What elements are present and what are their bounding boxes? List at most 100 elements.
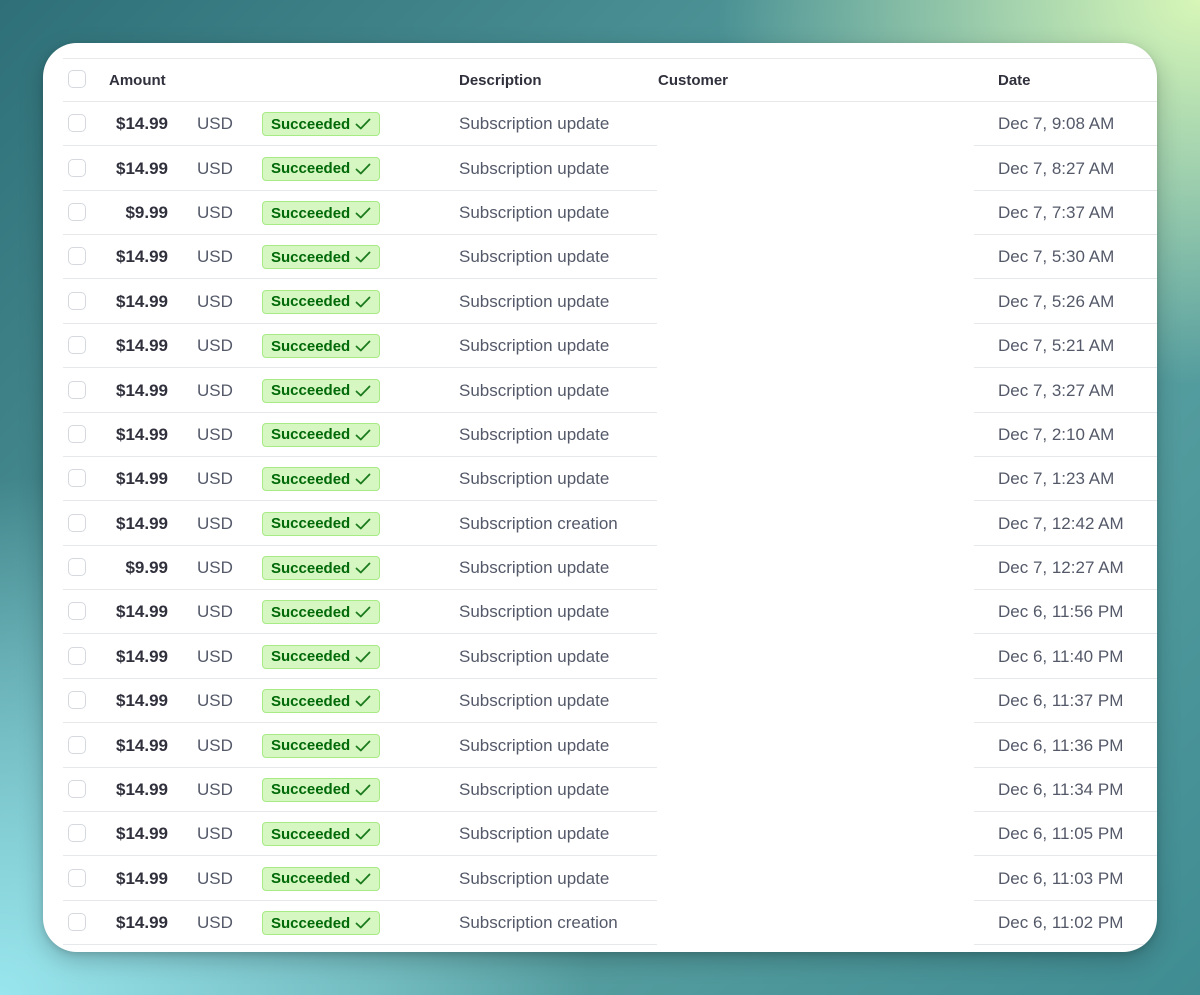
table-row[interactable]: $14.99 USD Succeeded Subscription creation D… [43,502,1157,546]
row-checkbox[interactable] [68,203,86,222]
currency-cell: USD [197,646,233,666]
amount-cell: $14.99 [116,424,168,444]
table-row[interactable]: $14.99 USD Succeeded Subscription update Dec… [43,369,1157,413]
checkmark-icon [355,296,371,308]
description-cell: Subscription update [459,558,610,578]
description-cell: Subscription update [459,469,610,489]
table-row[interactable]: $14.99 USD Succeeded Subscription update Dec… [43,457,1157,502]
amount-cell: $14.99 [116,247,168,267]
amount-cell: $14.99 [116,913,168,933]
status-label: Succeeded [271,914,351,932]
status-label: Succeeded [271,337,351,355]
table-row[interactable]: $9.99 USD Succeeded Subscription update Dec … [43,191,1157,236]
status-label: Succeeded [271,470,351,488]
description-cell: Subscription update [459,336,610,356]
description-cell: Subscription update [459,203,610,223]
amount-cell: $14.99 [116,469,168,489]
table-row[interactable]: $14.99 USD Succeeded Subscription update Dec… [43,147,1157,191]
description-cell: Subscription update [459,424,610,444]
row-checkbox[interactable] [68,779,86,798]
table-row[interactable]: $14.99 USD Succeeded Subscription update Dec… [43,679,1157,724]
row-checkbox[interactable] [68,469,86,488]
checkmark-icon [355,118,371,130]
checkmark-icon [355,828,371,840]
table-row[interactable]: $14.99 USD Succeeded Subscription update Dec… [43,235,1157,280]
table-row[interactable]: $14.99 USD Succeeded Subscription update Dec… [43,635,1157,679]
checkmark-icon [355,651,371,663]
row-checkbox[interactable] [68,513,86,532]
row-checkbox[interactable] [68,735,86,754]
row-checkbox[interactable] [68,646,86,665]
status-badge: Succeeded [262,511,380,536]
row-checkbox[interactable] [68,424,86,443]
status-badge: Succeeded [262,689,380,714]
table-row[interactable]: $14.99 USD Succeeded Subscription update Dec… [43,102,1157,147]
checkmark-icon [355,163,371,175]
table-row[interactable]: $14.99 USD Succeeded Subscription update Dec… [43,324,1157,369]
row-checkbox[interactable] [68,824,86,843]
amount-cell: $14.99 [116,513,168,533]
table-row[interactable]: $14.99 USD Succeeded Subscription update Dec… [43,590,1157,635]
table-row[interactable]: $14.99 USD Succeeded Subscription update Dec… [43,857,1157,901]
currency-cell: USD [197,114,233,134]
currency-cell: USD [197,336,233,356]
column-header-customer[interactable]: Customer [658,58,728,102]
checkmark-icon [355,562,371,574]
description-cell: Subscription update [459,779,610,799]
date-cell: Dec 7, 2:10 AM [998,424,1115,444]
row-checkbox[interactable] [68,913,86,932]
column-header-date[interactable]: Date [998,58,1031,102]
column-header-description[interactable]: Description [459,58,542,102]
row-checkbox[interactable] [68,291,86,310]
description-cell: Subscription update [459,247,610,267]
row-checkbox[interactable] [68,247,86,266]
row-checkbox[interactable] [68,158,86,177]
date-cell: Dec 7, 3:27 AM [998,380,1115,400]
table-row[interactable]: $14.99 USD Succeeded Subscription update Dec… [43,768,1157,812]
description-cell: Subscription update [459,868,610,888]
row-checkbox[interactable] [68,691,86,710]
row-divider [974,944,1157,946]
date-cell: Dec 7, 9:08 AM [998,114,1115,134]
table-row[interactable]: $14.99 USD Succeeded Subscription update Dec… [43,413,1157,457]
status-label: Succeeded [271,870,351,888]
currency-cell: USD [197,691,233,711]
status-label: Succeeded [271,160,351,178]
date-cell: Dec 7, 5:30 AM [998,247,1115,267]
currency-cell: USD [197,424,233,444]
checkmark-icon [355,873,371,885]
date-cell: Dec 6, 11:34 PM [998,779,1124,799]
date-cell: Dec 7, 7:37 AM [998,203,1115,223]
currency-cell: USD [197,469,233,489]
table-row[interactable]: $14.99 USD Succeeded Subscription update Dec… [43,280,1157,324]
amount-cell: $14.99 [116,779,168,799]
table-row[interactable]: $9.99 USD Succeeded Subscription update Dec … [43,546,1157,591]
status-label: Succeeded [271,426,351,444]
status-badge: Succeeded [262,112,380,137]
amount-cell: $14.99 [116,824,168,844]
column-header-amount[interactable]: Amount [109,58,166,102]
select-all-checkbox[interactable] [68,70,86,88]
date-cell: Dec 7, 5:26 AM [998,291,1115,311]
row-checkbox[interactable] [68,558,86,577]
description-cell: Subscription update [459,824,610,844]
currency-cell: USD [197,247,233,267]
amount-cell: $14.99 [116,868,168,888]
row-checkbox[interactable] [68,868,86,887]
row-checkbox[interactable] [68,336,86,355]
status-badge: Succeeded [262,556,380,581]
currency-cell: USD [197,203,233,223]
table-row[interactable]: $14.99 USD Succeeded Subscription update Dec… [43,724,1157,768]
row-checkbox[interactable] [68,602,86,621]
status-badge: Succeeded [262,201,380,226]
checkmark-icon [355,340,371,352]
status-badge: Succeeded [262,422,380,447]
date-cell: Dec 7, 12:27 AM [998,558,1124,578]
row-checkbox[interactable] [68,114,86,133]
row-checkbox[interactable] [68,380,86,399]
date-cell: Dec 6, 11:56 PM [998,602,1124,622]
table-row[interactable]: $14.99 USD Succeeded Subscription creation D… [43,901,1157,946]
amount-cell: $14.99 [116,336,168,356]
status-label: Succeeded [271,115,351,133]
table-row[interactable]: $14.99 USD Succeeded Subscription update Dec… [43,812,1157,857]
